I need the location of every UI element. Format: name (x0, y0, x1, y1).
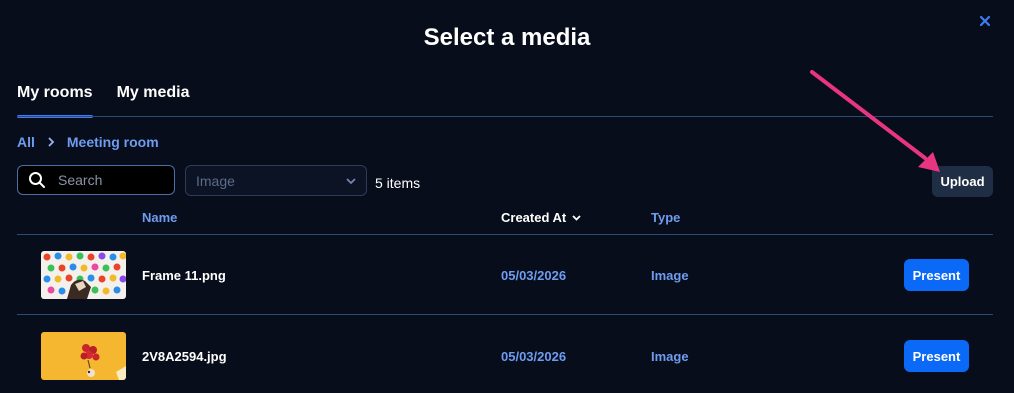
column-header-created-at-label: Created At (501, 210, 567, 225)
present-button[interactable]: Present (904, 259, 969, 291)
search-icon (29, 172, 45, 188)
tab-bar: My rooms My media (17, 84, 190, 118)
cell-created-at: 05/03/2026 (501, 268, 567, 283)
dialog-title: Select a media (423, 24, 591, 51)
breadcrumb-all[interactable]: All (17, 134, 35, 150)
chevron-down-icon (346, 174, 356, 188)
select-media-dialog: Select a media My rooms My media All Mee… (0, 0, 1014, 393)
item-count: 5 items (375, 175, 421, 191)
row-divider (17, 314, 993, 315)
column-header-created-at[interactable]: Created At (501, 210, 581, 225)
search-input[interactable] (56, 171, 160, 189)
cell-type: Image (651, 349, 689, 364)
column-header-name[interactable]: Name (142, 210, 177, 225)
type-filter-select[interactable]: Image (185, 165, 367, 196)
tab-my-rooms[interactable]: My rooms (17, 84, 93, 118)
thumbnail-image (41, 332, 126, 380)
cell-name: Frame 11.png (142, 268, 226, 283)
tabs-divider (17, 116, 993, 117)
breadcrumb-meeting-room[interactable]: Meeting room (67, 134, 159, 150)
column-header-type[interactable]: Type (651, 210, 680, 225)
tab-my-media[interactable]: My media (117, 84, 190, 114)
cell-type: Image (651, 268, 689, 283)
close-icon (979, 15, 991, 27)
cell-name: 2V8A2594.jpg (142, 349, 227, 364)
chevron-down-icon (572, 214, 581, 221)
upload-button[interactable]: Upload (932, 166, 993, 197)
table-row[interactable]: 2V8A2594.jpg 05/03/2026 Image Present (17, 316, 993, 393)
chevron-right-icon (47, 135, 55, 150)
table-row[interactable]: Frame 11.png 05/03/2026 Image Present (17, 235, 993, 315)
breadcrumb: All Meeting room (17, 134, 159, 150)
present-button[interactable]: Present (904, 340, 969, 372)
thumbnail-image (41, 251, 126, 299)
close-button[interactable] (976, 12, 994, 30)
type-filter-value: Image (196, 172, 235, 189)
search-box[interactable] (17, 165, 175, 195)
cell-created-at: 05/03/2026 (501, 349, 567, 364)
